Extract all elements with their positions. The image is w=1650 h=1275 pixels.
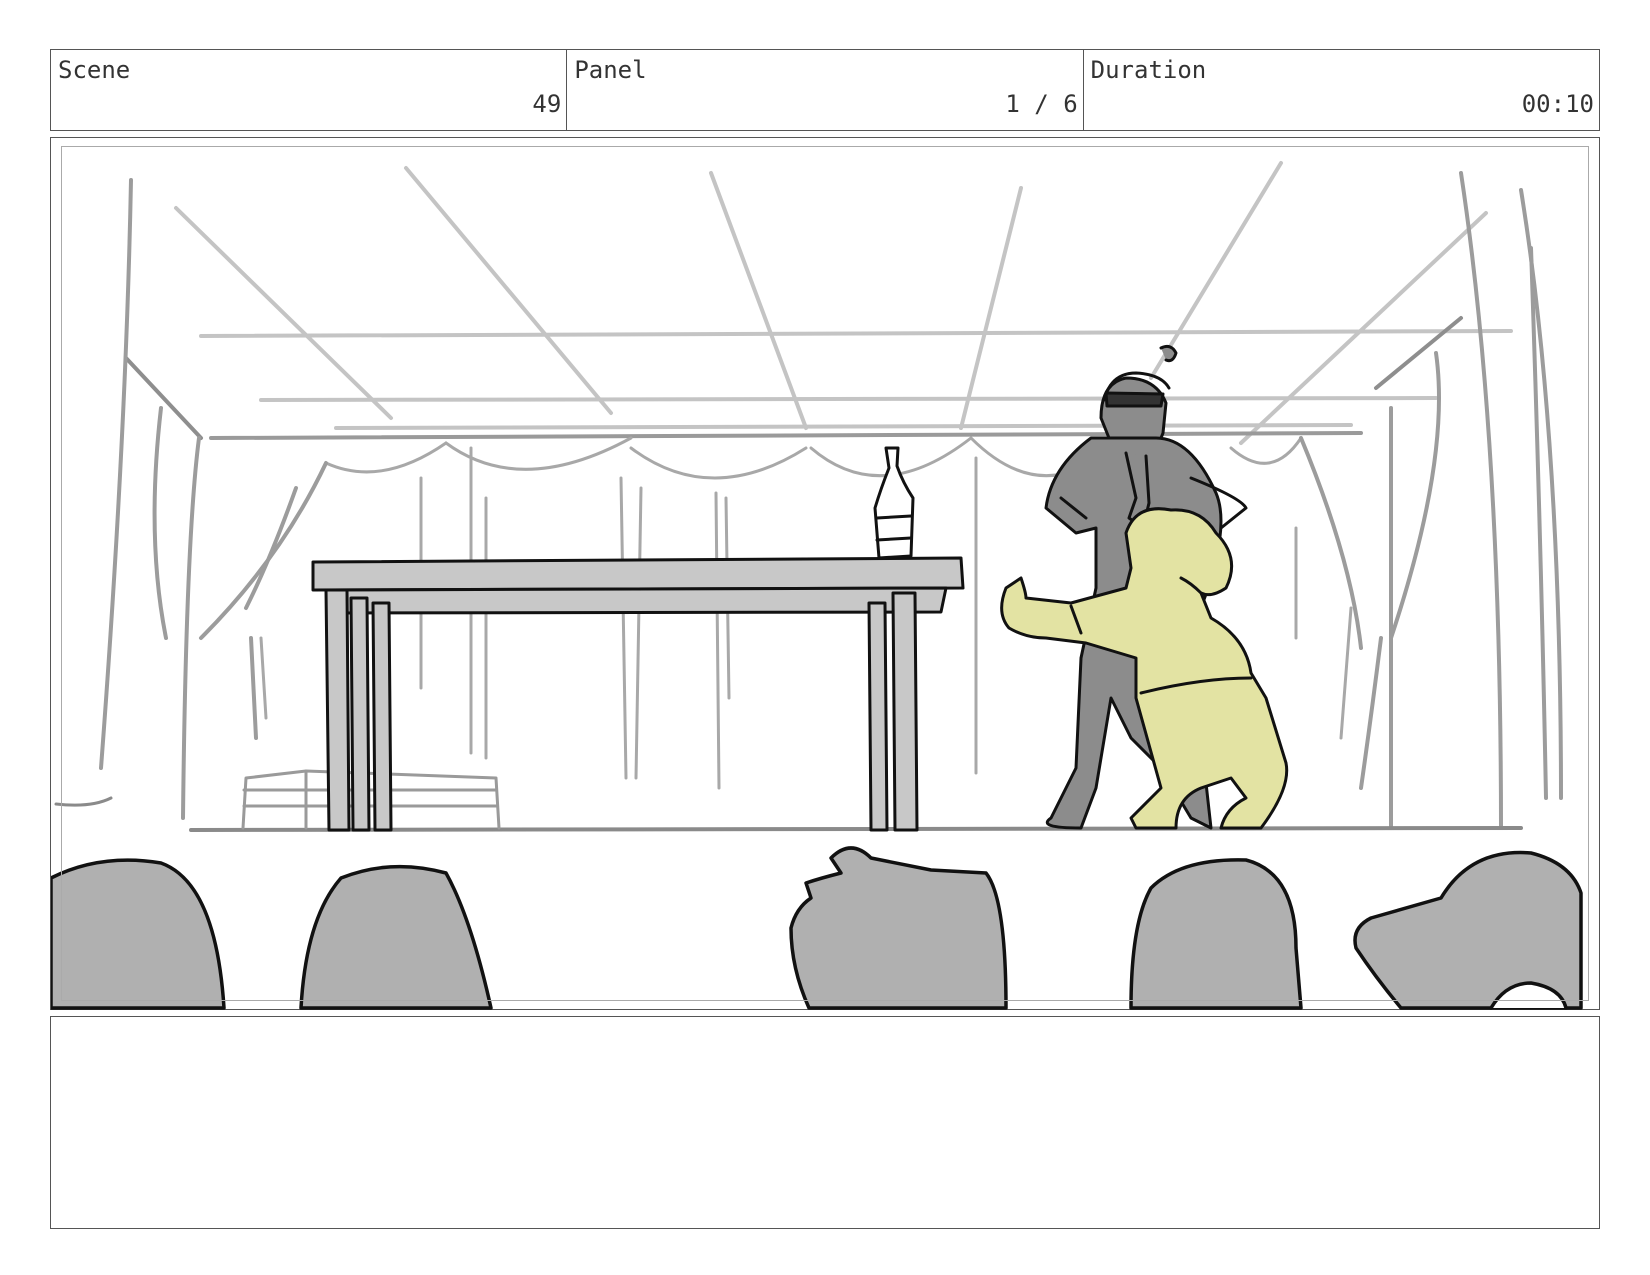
audience-heads [51,846,1583,1010]
panel-cell: Panel 1 / 6 [567,50,1084,130]
storyboard-header: Scene 49 Panel 1 / 6 Duration 00:10 [50,49,1600,131]
storyboard-frame [50,137,1600,1010]
stage-sketch-illustration [51,161,1583,1010]
duration-cell: Duration 00:10 [1084,50,1599,130]
notes-box[interactable] [50,1016,1600,1229]
reaching-character [1000,507,1289,830]
scene-number: 49 [532,90,562,118]
panel-label: Panel [574,56,647,84]
duration-label: Duration [1090,56,1207,84]
scene-label: Scene [58,56,131,84]
crate [241,769,501,830]
panel-number: 1 / 6 [1005,90,1078,118]
bottle [873,446,915,560]
duration-value: 00:10 [1521,90,1594,118]
ceiling-grid [174,161,1513,445]
scene-cell: Scene 49 [51,50,568,130]
